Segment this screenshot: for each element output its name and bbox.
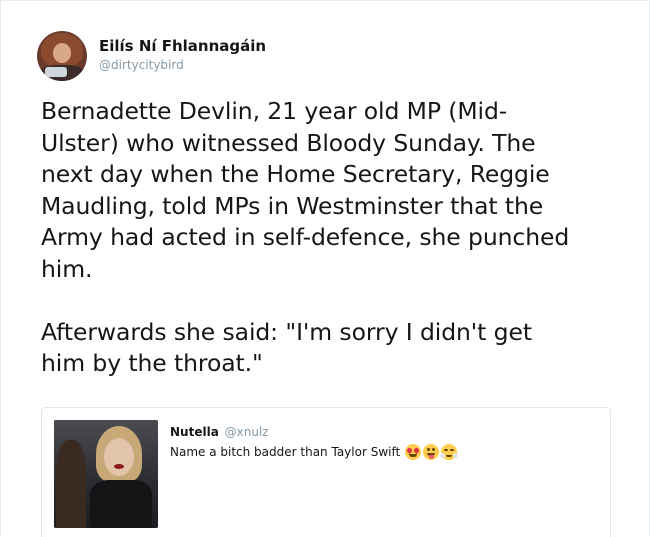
quoted-author-handle[interactable]: @xnulz (225, 425, 269, 439)
quoted-tweet-image[interactable] (54, 420, 158, 528)
author-handle[interactable]: @dirtycitybird (99, 56, 266, 74)
author-names: Eilís Ní Fhlannagáin @dirtycitybird (99, 36, 266, 74)
steam-nose-emoji-icon (440, 444, 459, 460)
quoted-author-name[interactable]: Nutella (170, 425, 219, 439)
tweet-card: Eilís Ní Fhlannagáin @dirtycitybird Bern… (0, 0, 650, 537)
tweet-header: Eilís Ní Fhlannagáin @dirtycitybird (37, 31, 266, 81)
tweet-text: Bernadette Devlin, 21 year old MP (Mid- … (41, 97, 570, 377)
avatar[interactable] (37, 31, 87, 81)
quoted-tweet-content: Nutella @xnulz Name a bitch badder than … (170, 424, 459, 461)
heart-eyes-emoji-icon (405, 444, 422, 460)
quoted-tweet-text: Name a bitch badder than Taylor Swift (170, 445, 401, 459)
tongue-out-emoji-icon (423, 444, 440, 460)
quoted-tweet[interactable]: Nutella @xnulz Name a bitch badder than … (41, 407, 611, 537)
quoted-tweet-header: Nutella @xnulz (170, 424, 457, 440)
quoted-tweet-text-row: Name a bitch badder than Taylor Swift (170, 443, 459, 461)
author-display-name[interactable]: Eilís Ní Fhlannagáin (99, 36, 266, 56)
